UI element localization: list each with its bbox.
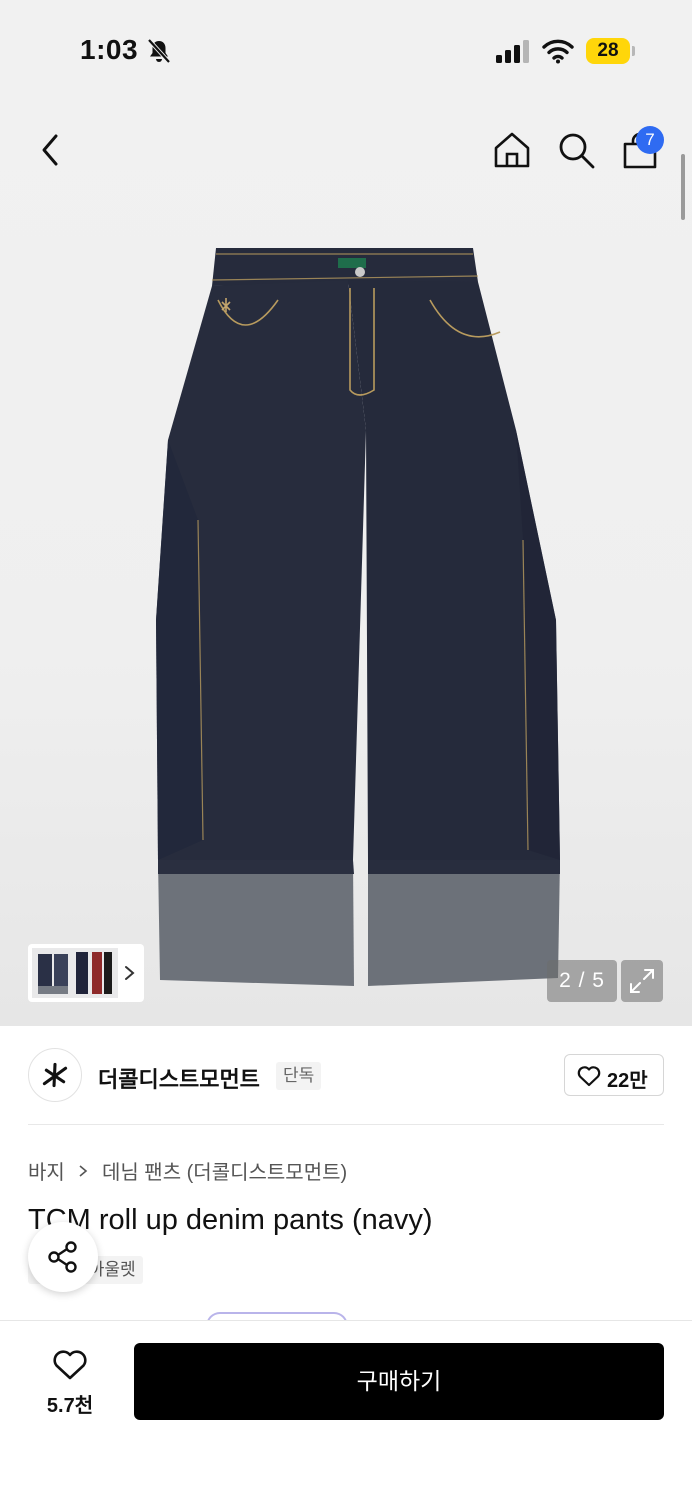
- cellular-signal-icon: [496, 40, 529, 63]
- wifi-icon: [542, 39, 574, 64]
- status-bar: 1:03 28: [0, 0, 692, 100]
- battery-level: 28: [597, 40, 619, 61]
- share-button[interactable]: [28, 1222, 98, 1292]
- buy-button[interactable]: 구매하기: [134, 1343, 664, 1420]
- brand-logo[interactable]: [28, 1048, 82, 1102]
- battery-icon: 28: [586, 38, 630, 64]
- heart-icon: [53, 1350, 87, 1380]
- battery-tip: [632, 46, 635, 56]
- brand-like-count: 22만: [607, 1070, 648, 1092]
- bell-slash-icon: [147, 38, 171, 64]
- brand-exclusive-tag: 단독: [276, 1062, 322, 1090]
- chevron-right-icon[interactable]: [122, 961, 136, 985]
- thumbnail-image[interactable]: [32, 948, 118, 998]
- back-chevron-icon[interactable]: [34, 130, 66, 170]
- breadcrumb-subcategory[interactable]: 데님 팬츠 (더콜디스트모먼트): [102, 1156, 347, 1185]
- breadcrumb: 바지 데님 팬츠 (더콜디스트모먼트): [28, 1156, 347, 1185]
- expand-button[interactable]: [621, 960, 663, 1002]
- brand-star-icon: [42, 1062, 68, 1088]
- product-gallery[interactable]: 7 2 / 5: [0, 100, 692, 1026]
- chevron-right-icon: [79, 1164, 88, 1177]
- status-time: 1:03: [80, 34, 139, 65]
- bottom-action-bar: 5.7천 구매하기: [0, 1320, 692, 1500]
- brand-row[interactable]: 더콜디스트모먼트 단독 22만: [28, 1046, 664, 1104]
- wishlist-count: 5.7천: [46, 1395, 94, 1417]
- share-icon: [48, 1241, 77, 1273]
- product-image-jeans[interactable]: [128, 240, 568, 986]
- breadcrumb-category[interactable]: 바지: [28, 1156, 65, 1185]
- brand-like-button[interactable]: 22만: [564, 1054, 664, 1096]
- thumbnail-strip[interactable]: [28, 944, 144, 1002]
- scrollbar[interactable]: [681, 154, 685, 220]
- wishlist-button[interactable]: 5.7천: [30, 1345, 110, 1421]
- product-title: TCM roll up denim pants (navy): [28, 1204, 433, 1236]
- expand-arrows-icon: [630, 969, 654, 993]
- brand-name[interactable]: 더콜디스트모먼트: [98, 1062, 260, 1094]
- home-icon[interactable]: [492, 130, 532, 170]
- heart-icon: [577, 1066, 601, 1087]
- image-counter: 2 / 5: [547, 960, 617, 1002]
- divider: [28, 1124, 664, 1125]
- search-icon[interactable]: [556, 130, 596, 170]
- cart-count-badge: 7: [636, 126, 664, 154]
